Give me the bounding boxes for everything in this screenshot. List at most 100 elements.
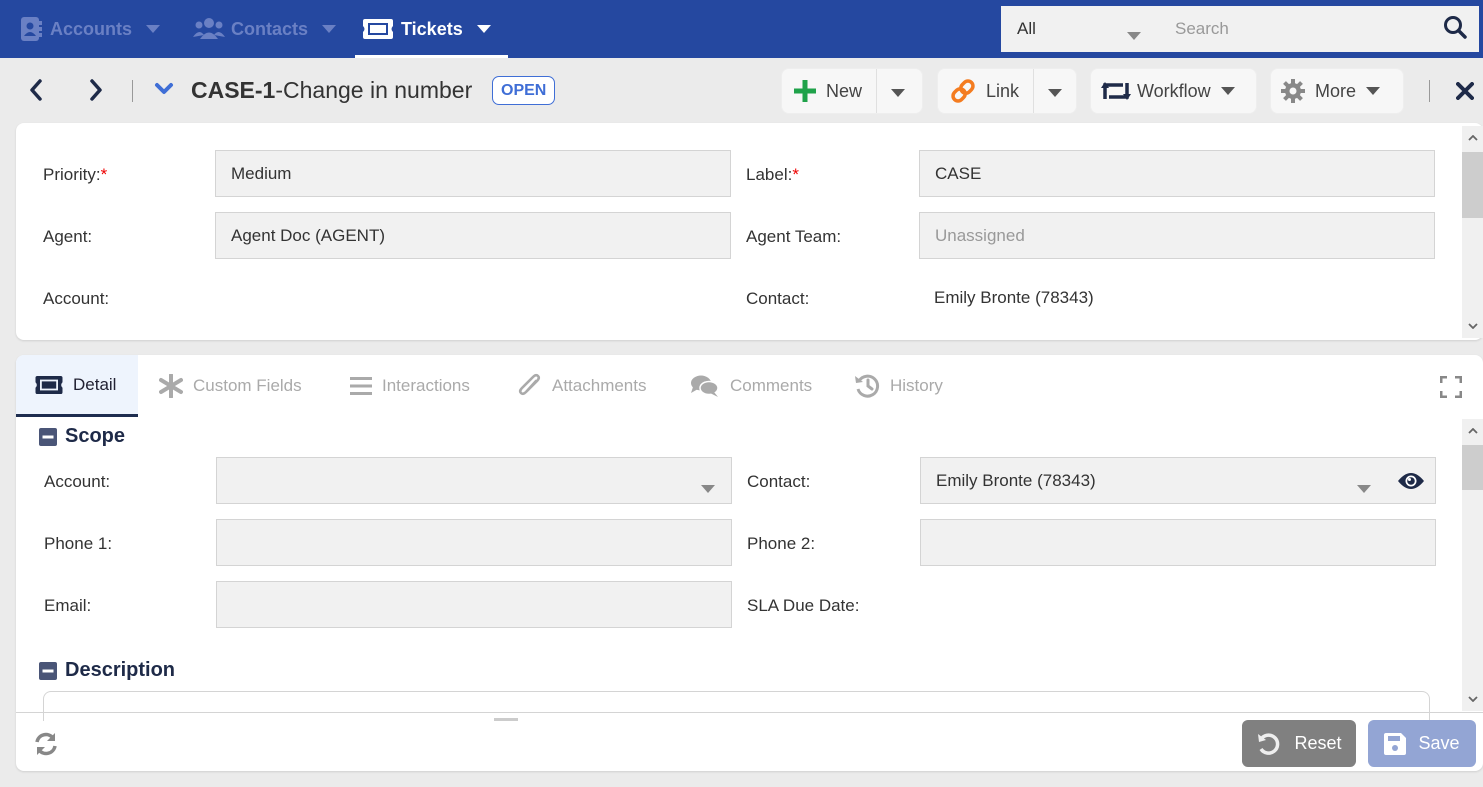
chevron-down-icon [701, 478, 715, 498]
case-id: CASE-1 [191, 77, 276, 103]
more-button[interactable]: More [1270, 68, 1404, 114]
search-icon [1443, 15, 1467, 44]
new-dropdown-toggle[interactable] [876, 69, 918, 113]
section-title: Description [65, 659, 176, 681]
chevron-down-icon[interactable] [322, 25, 337, 33]
chevron-left-icon [30, 79, 42, 101]
next-record-button[interactable] [88, 78, 104, 107]
refresh-icon [35, 732, 57, 756]
description-editor[interactable] [43, 691, 1430, 721]
tab-comments[interactable]: Comments [690, 355, 812, 417]
scope-account-label: Account: [44, 472, 111, 491]
agent-team-label: Agent Team: [746, 227, 842, 246]
users-icon [193, 18, 225, 40]
minus-square-icon [39, 661, 57, 680]
nav-tab-label: Contacts [231, 18, 309, 39]
nav-tab-tickets[interactable]: Tickets [355, 0, 508, 58]
phone1-label: Phone 1: [44, 534, 113, 553]
scroll-up-icon[interactable] [1462, 421, 1483, 441]
detail-tabs: Detail Custom Fields Interactions Attach… [16, 355, 1483, 417]
collapse-header-button[interactable] [154, 82, 174, 101]
new-button[interactable]: New [782, 69, 876, 113]
section-title: Scope [65, 425, 126, 447]
tab-label: Comments [730, 376, 813, 395]
comments-icon [690, 374, 720, 398]
status-badge: OPEN [492, 76, 556, 105]
chevron-down-icon[interactable] [476, 25, 491, 33]
scroll-down-icon[interactable] [1462, 689, 1483, 709]
scrollbar-thumb[interactable] [1462, 445, 1483, 490]
refresh-button[interactable] [33, 731, 59, 762]
close-icon [1456, 82, 1474, 100]
workflow-button[interactable]: Workflow [1090, 68, 1257, 114]
editor-resize-handle[interactable] [494, 718, 518, 721]
scroll-down-icon[interactable] [1462, 316, 1483, 336]
ticket-detail-panel: Detail Custom Fields Interactions Attach… [16, 355, 1483, 771]
chevron-down-icon [155, 83, 173, 94]
priority-field[interactable]: Medium [215, 150, 731, 197]
paperclip-icon [518, 373, 542, 399]
label-label: Label:* [746, 165, 799, 184]
ticket-header-panel: Priority:* Medium Label:* CASE Agent: Ag… [16, 123, 1483, 340]
tab-detail[interactable]: Detail [16, 355, 138, 417]
tab-history[interactable]: History [854, 355, 943, 417]
chevron-down-icon[interactable] [146, 25, 161, 33]
link-icon [950, 78, 976, 104]
link-button-label: Link [986, 80, 1020, 101]
tab-attachments[interactable]: Attachments [518, 355, 647, 417]
new-button-label: New [826, 80, 863, 101]
fullscreen-button[interactable] [1439, 375, 1463, 403]
nav-tab-contacts[interactable]: Contacts [193, 0, 337, 58]
tab-label: Custom Fields [193, 376, 302, 395]
link-button-group: Link [937, 68, 1077, 114]
search-button[interactable] [1431, 6, 1479, 52]
record-title-bar: CASE-1-Change in number OPEN New Link Wo… [0, 58, 1483, 122]
nav-tab-accounts[interactable]: Accounts [20, 0, 161, 58]
reset-button[interactable]: Reset [1242, 720, 1356, 767]
detail-scrollbar[interactable] [1462, 419, 1483, 711]
save-button[interactable]: Save [1368, 720, 1476, 767]
search-scope-select[interactable]: All [1001, 6, 1161, 52]
account-label: Account: [43, 289, 110, 308]
description-section-toggle[interactable]: Description [39, 659, 175, 682]
link-button[interactable]: Link [938, 69, 1033, 113]
tab-interactions[interactable]: Interactions [350, 355, 470, 417]
tab-label: Detail [73, 374, 117, 394]
scrollbar-thumb[interactable] [1462, 152, 1483, 218]
close-record-button[interactable] [1456, 82, 1474, 105]
phone1-input[interactable] [216, 519, 732, 566]
tab-custom-fields[interactable]: Custom Fields [159, 355, 302, 417]
agent-team-field[interactable]: Unassigned [919, 212, 1435, 259]
scope-contact-select[interactable]: Emily Bronte (78343) [920, 457, 1436, 504]
asterisk-icon [159, 374, 183, 398]
previous-record-button[interactable] [28, 78, 44, 107]
label-field[interactable]: CASE [919, 150, 1435, 197]
chevron-down-icon [1047, 81, 1062, 102]
save-button-label: Save [1418, 733, 1460, 753]
minus-square-icon [39, 427, 57, 446]
nav-tab-label: Accounts [50, 18, 133, 39]
view-contact-button[interactable] [1397, 471, 1425, 496]
chevron-right-icon [90, 79, 102, 101]
phone2-label: Phone 2: [747, 534, 816, 553]
agent-field[interactable]: Agent Doc (AGENT) [215, 212, 731, 259]
search-input[interactable] [1161, 6, 1431, 52]
gear-icon [1281, 79, 1305, 103]
scope-account-select[interactable] [216, 457, 732, 504]
search-scope-value: All [1017, 19, 1036, 38]
list-icon [350, 376, 372, 396]
header-scrollbar[interactable] [1462, 126, 1483, 338]
scope-contact-value: Emily Bronte (78343) [936, 470, 1096, 490]
email-label: Email: [44, 596, 92, 615]
scope-section-toggle[interactable]: Scope [39, 425, 125, 448]
phone2-input[interactable] [920, 519, 1436, 566]
contact-value[interactable]: Emily Bronte (78343) [934, 288, 1094, 308]
page-title: CASE-1-Change in number [191, 77, 472, 104]
email-input[interactable] [216, 581, 732, 628]
chevron-down-icon [1127, 25, 1141, 45]
scroll-up-icon[interactable] [1462, 128, 1483, 148]
divider [132, 80, 133, 102]
link-dropdown-toggle[interactable] [1033, 69, 1075, 113]
address-book-icon [20, 17, 42, 41]
chevron-down-icon [1357, 478, 1371, 498]
